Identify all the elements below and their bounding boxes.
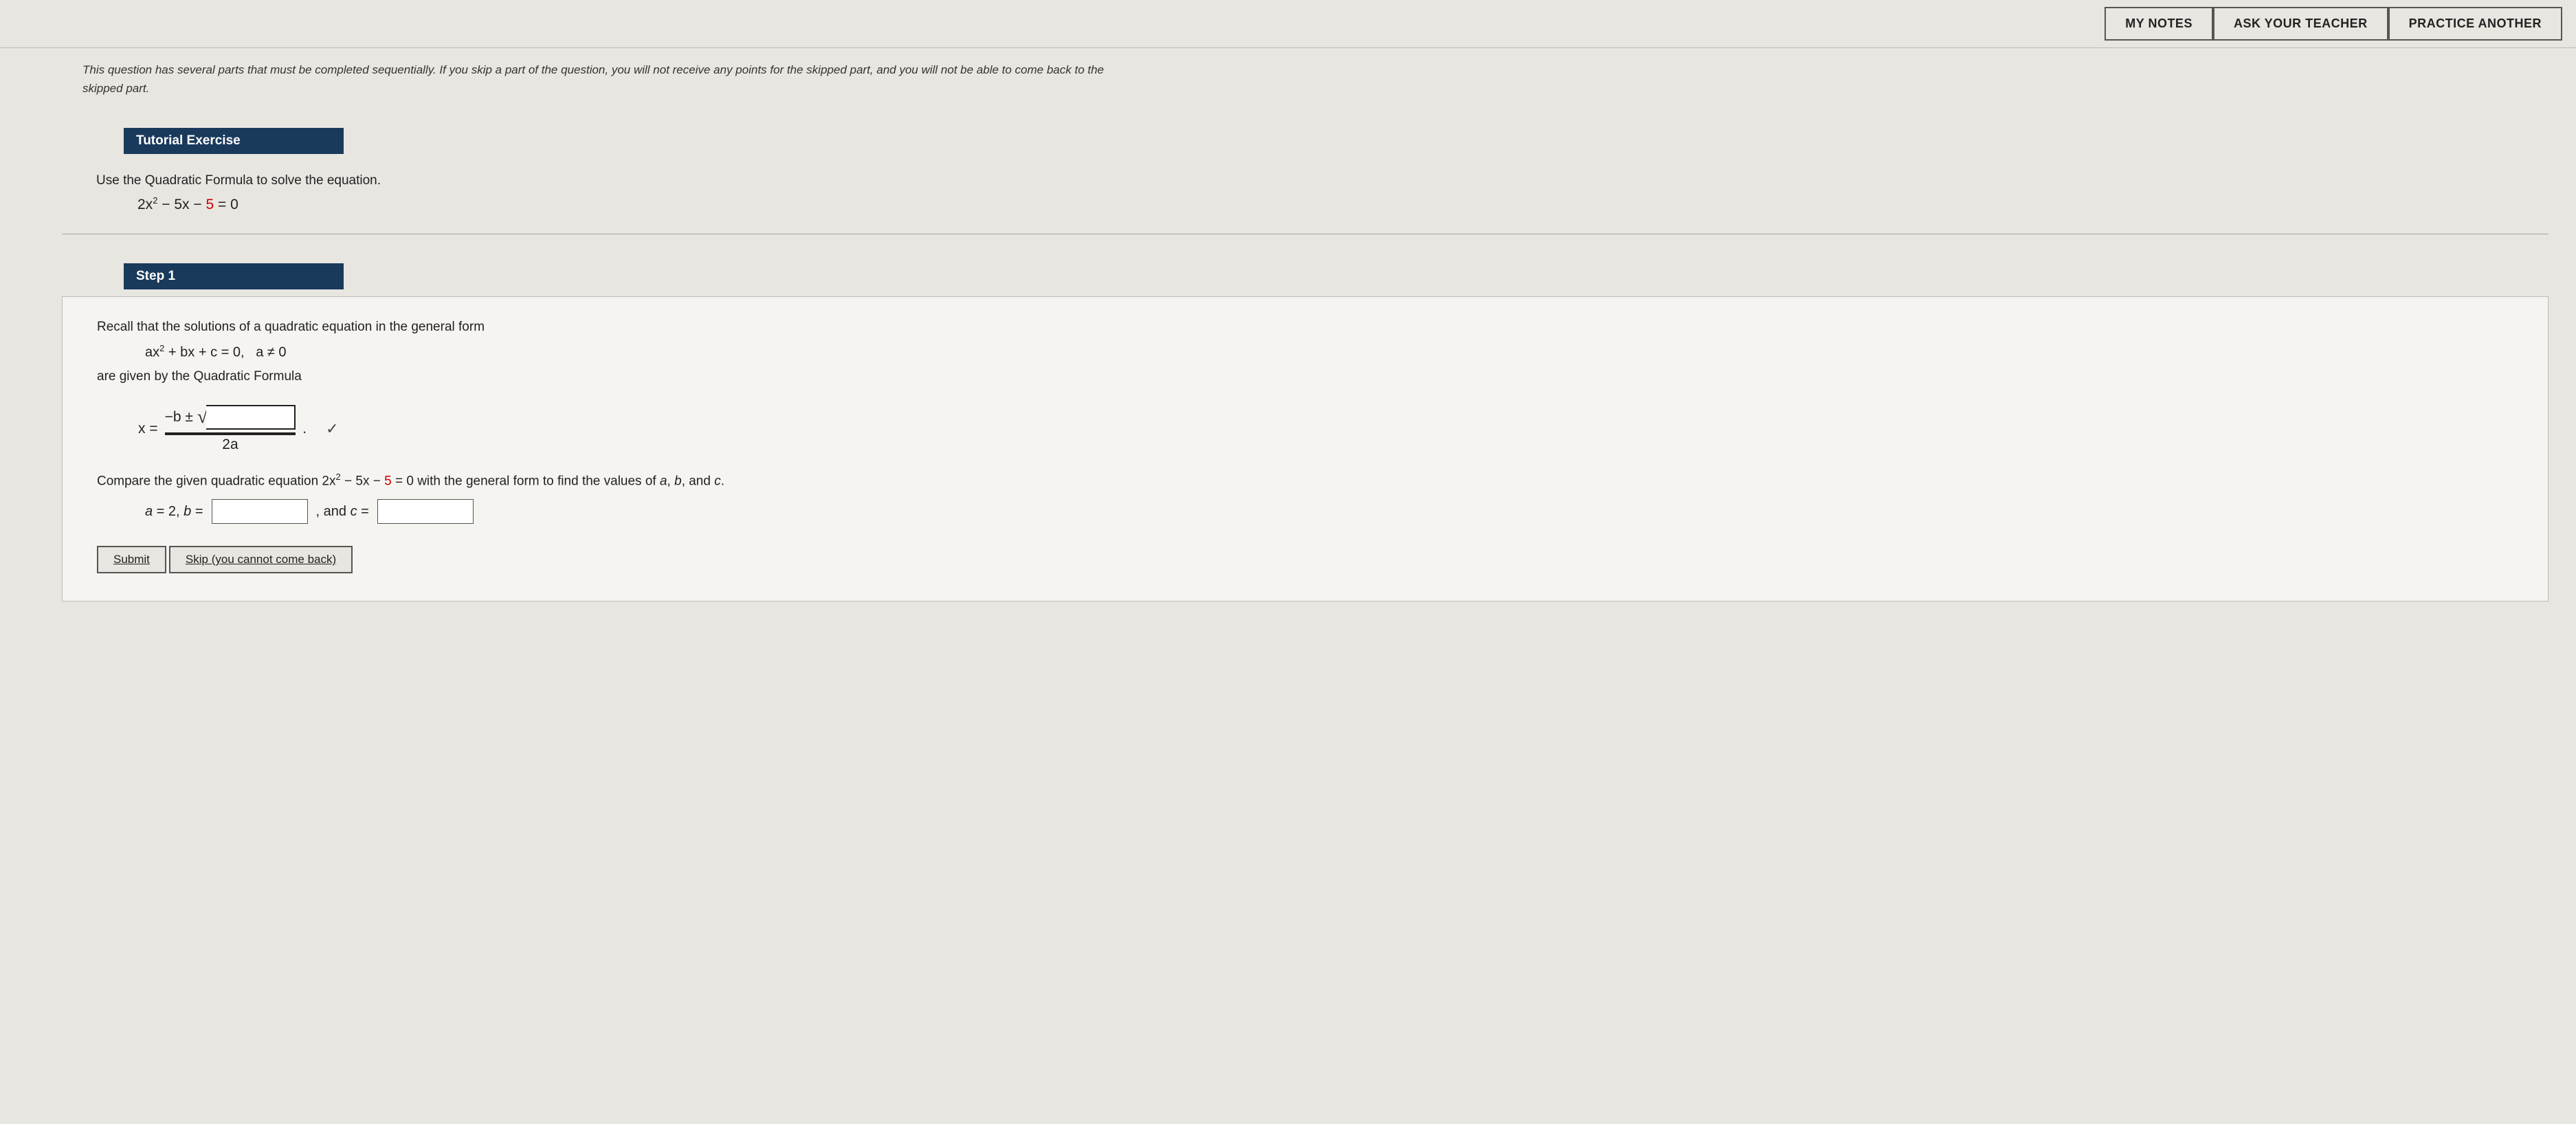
skip-button[interactable]: Skip (you cannot come back) bbox=[169, 546, 353, 573]
sqrt-box: √ bbox=[197, 405, 296, 430]
a-equals-label: a = 2, b = bbox=[145, 504, 203, 520]
tutorial-header: Tutorial Exercise bbox=[124, 128, 344, 154]
b-value-input[interactable] bbox=[212, 499, 308, 524]
c-value-input[interactable] bbox=[377, 499, 474, 524]
and-c-label: , and c = bbox=[316, 504, 369, 520]
given-by-text: are given by the Quadratic Formula bbox=[97, 366, 2520, 388]
general-form-equation: ax2 + bx + c = 0, a ≠ 0 bbox=[145, 343, 2520, 361]
formula-fraction: −b ± √ 2a bbox=[165, 405, 296, 453]
formula-numerator: −b ± √ bbox=[165, 405, 296, 431]
sqrt-inner-input[interactable] bbox=[206, 405, 296, 430]
step1-header: Step 1 bbox=[124, 263, 344, 289]
x-equals-label: x = bbox=[138, 421, 158, 437]
ask-teacher-button[interactable]: ASK YOUR TEACHER bbox=[2213, 7, 2388, 41]
tutorial-equation: 2x2 − 5x − 5 = 0 bbox=[137, 195, 2528, 213]
tutorial-content: Use the Quadratic Formula to solve the e… bbox=[62, 154, 2549, 234]
tutorial-instruction: Use the Quadratic Formula to solve the e… bbox=[96, 173, 2528, 188]
page-wrapper: MY NOTES ASK YOUR TEACHER PRACTICE ANOTH… bbox=[0, 0, 2576, 1124]
checkmark-icon: ✓ bbox=[326, 420, 338, 438]
step1-content-box: Recall that the solutions of a quadratic… bbox=[62, 296, 2549, 602]
neg-b-pm-label: −b ± bbox=[165, 409, 193, 426]
quadratic-formula-row: x = −b ± √ 2a . ✓ bbox=[138, 405, 2520, 453]
bottom-buttons: Submit Skip (you cannot come back) bbox=[97, 546, 2520, 573]
values-row: a = 2, b = , and c = bbox=[145, 499, 2520, 524]
intro-text: This question has several parts that mus… bbox=[0, 48, 1168, 103]
practice-another-button[interactable]: PRACTICE ANOTHER bbox=[2388, 7, 2562, 41]
top-bar: MY NOTES ASK YOUR TEACHER PRACTICE ANOTH… bbox=[0, 0, 2576, 48]
my-notes-button[interactable]: MY NOTES bbox=[2105, 7, 2213, 41]
recall-text: Recall that the solutions of a quadratic… bbox=[97, 316, 2520, 338]
compare-text: Compare the given quadratic equation 2x2… bbox=[97, 470, 2520, 493]
formula-denominator: 2a bbox=[165, 434, 296, 453]
period-label: . bbox=[302, 421, 307, 437]
submit-button[interactable]: Submit bbox=[97, 546, 166, 573]
